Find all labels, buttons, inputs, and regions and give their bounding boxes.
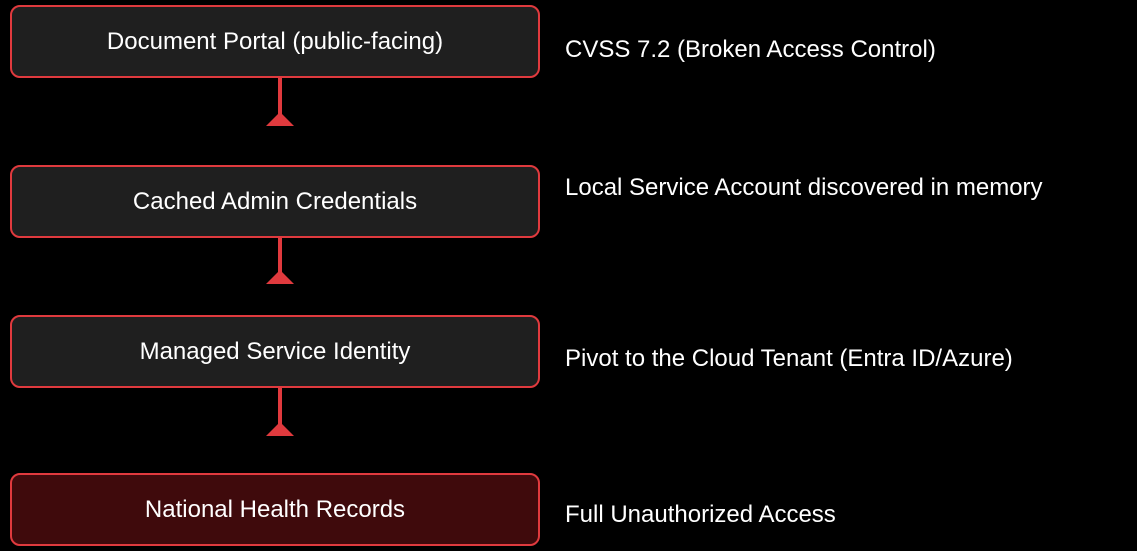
- node-label: Cached Admin Credentials: [132, 187, 418, 215]
- arrow-up-icon: [266, 422, 294, 436]
- connector-stem: [278, 78, 282, 114]
- note-national-health-records: Full Unauthorized Access: [565, 501, 836, 528]
- note-managed-service-identity: Pivot to the Cloud Tenant (Entra ID/Azur…: [565, 345, 1013, 372]
- note-document-portal: CVSS 7.2 (Broken Access Control): [565, 36, 936, 63]
- node-label: Managed Service Identity: [139, 337, 411, 365]
- node-cached-admin-credentials: Cached Admin Credentials: [10, 165, 540, 238]
- node-national-health-records: National Health Records: [10, 473, 540, 546]
- note-cached-admin-credentials: Local Service Account discovered in memo…: [565, 174, 1043, 201]
- connector-arrow: [266, 238, 294, 284]
- connector-stem: [278, 388, 282, 424]
- node-label: National Health Records: [144, 495, 406, 523]
- connector-arrow: [266, 388, 294, 436]
- node-document-portal: Document Portal (public-facing): [10, 5, 540, 78]
- node-label: Document Portal (public-facing): [106, 27, 444, 55]
- connector-stem: [278, 238, 282, 272]
- arrow-up-icon: [266, 270, 294, 284]
- connector-arrow: [266, 78, 294, 126]
- arrow-up-icon: [266, 112, 294, 126]
- node-managed-service-identity: Managed Service Identity: [10, 315, 540, 388]
